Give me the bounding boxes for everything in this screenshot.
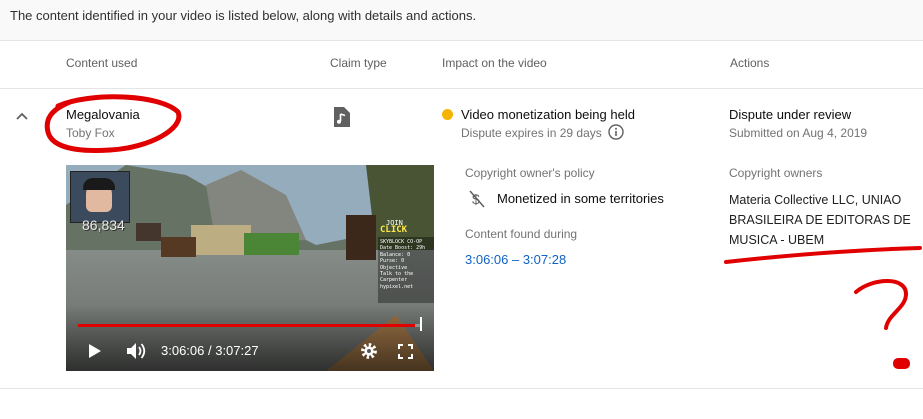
progress-end-marker bbox=[420, 317, 422, 331]
header-divider bbox=[0, 88, 923, 89]
status-dot bbox=[442, 109, 453, 120]
webcam-overlay bbox=[70, 171, 130, 223]
controls-gradient bbox=[66, 305, 434, 371]
submitted-date: Submitted on Aug 4, 2019 bbox=[729, 126, 868, 140]
progress-track[interactable] bbox=[78, 324, 422, 327]
header-claim-type: Claim type bbox=[330, 56, 387, 70]
game-sign-main: CLICK bbox=[380, 225, 408, 235]
fullscreen-icon[interactable] bbox=[398, 344, 413, 359]
header-impact: Impact on the video bbox=[442, 56, 547, 70]
found-range-link[interactable]: 3:06:06 – 3:07:28 bbox=[465, 252, 566, 267]
time-display: 3:06:06 / 3:07:27 bbox=[161, 343, 259, 358]
view-count-overlay: 86,834 bbox=[82, 217, 125, 233]
notice-text: The content identified in your video is … bbox=[10, 8, 477, 23]
policy-value: Monetized in some territories bbox=[497, 191, 664, 206]
impact-status: Video monetization being held bbox=[461, 107, 635, 122]
policy-label: Copyright owner's policy bbox=[465, 166, 595, 180]
video-player[interactable]: 86,834 JOIN CLICK SKYBLOCK CO-OP Date Bo… bbox=[66, 165, 434, 371]
row-divider bbox=[0, 388, 923, 389]
header-content-used: Content used bbox=[66, 56, 138, 70]
action-status: Dispute under review bbox=[729, 107, 852, 122]
sidebar-line: hypixel.net bbox=[380, 283, 414, 290]
song-artist: Toby Fox bbox=[66, 126, 115, 140]
header-actions: Actions bbox=[730, 56, 770, 70]
annotation-question-mark bbox=[854, 279, 909, 330]
song-title[interactable]: Megalovania bbox=[66, 107, 140, 122]
owners-label: Copyright owners bbox=[729, 166, 823, 180]
svg-text:$: $ bbox=[472, 191, 480, 207]
no-money-icon: $ bbox=[469, 190, 485, 208]
owners-value: Materia Collective LLC, UNIAO BRASILEIRA… bbox=[729, 193, 911, 247]
annotation-question-dot bbox=[893, 358, 910, 369]
dispute-expiry: Dispute expires in 29 days bbox=[461, 126, 602, 140]
play-icon[interactable] bbox=[88, 343, 102, 359]
notice-bar: The content identified in your video is … bbox=[0, 0, 923, 41]
annotation-circle bbox=[44, 94, 182, 153]
sidebar-line: Talk to the Carpenter bbox=[380, 271, 414, 284]
music-note-icon bbox=[334, 107, 350, 127]
chevron-up-icon[interactable] bbox=[14, 108, 30, 124]
progress-fill bbox=[78, 324, 416, 327]
annotation-underline bbox=[724, 246, 922, 264]
gear-icon[interactable] bbox=[360, 342, 378, 360]
found-label: Content found during bbox=[465, 227, 578, 241]
game-sidebar: SKYBLOCK CO-OP Date Boost: 29h Balance: … bbox=[378, 237, 434, 303]
info-icon[interactable] bbox=[608, 124, 624, 140]
volume-icon[interactable] bbox=[126, 341, 148, 361]
